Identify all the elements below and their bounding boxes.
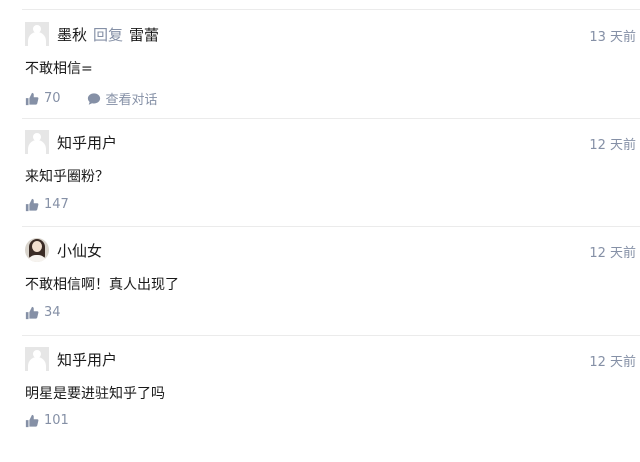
like-count: 34 [44, 305, 61, 320]
comment-content: 不敢相信= [25, 61, 93, 77]
divider [22, 335, 640, 336]
comment-time: 12 天前 [589, 138, 636, 153]
comment-actions: 101 [25, 413, 69, 428]
reply-to-name[interactable]: 雷蕾 [129, 26, 159, 44]
comment-time: 12 天前 [589, 355, 636, 370]
comment-header: 墨秋 回复 雷蕾 [57, 24, 159, 45]
comment-item: 知乎用户 12 天前 明星是要进驻知乎了吗 101 [0, 327, 640, 436]
view-conversation-label: 查看对话 [105, 93, 158, 108]
comment-content: 明星是要进驻知乎了吗 [25, 386, 165, 402]
user-photo-avatar[interactable] [25, 238, 49, 262]
thumbs-up-icon [25, 92, 39, 106]
comment-item: 墨秋 回复 雷蕾 13 天前 不敢相信= 70 查看对话 [0, 0, 640, 109]
like-button[interactable]: 101 [25, 413, 69, 428]
divider [22, 118, 640, 119]
comment-actions: 70 查看对话 [25, 89, 158, 108]
comment-content: 来知乎圈粉？ [25, 169, 109, 185]
default-avatar-icon[interactable] [25, 130, 49, 154]
view-conversation-button[interactable]: 查看对话 [87, 89, 158, 108]
comment-content: 不敢相信啊！真人出现了 [25, 277, 179, 293]
comment-actions: 147 [25, 197, 69, 212]
thumbs-up-icon [25, 198, 39, 212]
like-count: 147 [44, 197, 69, 212]
like-count: 101 [44, 413, 69, 428]
comment-item: 知乎用户 12 天前 来知乎圈粉？ 147 [0, 109, 640, 218]
like-button[interactable]: 70 [25, 91, 61, 106]
comment-time: 13 天前 [589, 30, 636, 45]
author-name[interactable]: 小仙女 [57, 240, 102, 261]
default-avatar-icon[interactable] [25, 347, 49, 371]
speech-bubble-icon [87, 92, 101, 106]
thumbs-up-icon [25, 306, 39, 320]
reply-label: 回复 [93, 26, 124, 44]
like-count: 70 [44, 91, 61, 106]
comment-list: 墨秋 回复 雷蕾 13 天前 不敢相信= 70 查看对话 知乎用户 12 天前 … [0, 0, 640, 462]
divider [22, 9, 640, 10]
author-name[interactable]: 墨秋 [57, 26, 87, 44]
author-name[interactable]: 知乎用户 [57, 349, 117, 370]
author-name[interactable]: 知乎用户 [57, 132, 117, 153]
thumbs-up-icon [25, 414, 39, 428]
comment-time: 12 天前 [589, 246, 636, 261]
divider [22, 226, 640, 227]
default-avatar-icon[interactable] [25, 22, 49, 46]
like-button[interactable]: 34 [25, 305, 61, 320]
like-button[interactable]: 147 [25, 197, 69, 212]
comment-item: 小仙女 12 天前 不敢相信啊！真人出现了 34 [0, 218, 640, 327]
comment-actions: 34 [25, 305, 61, 320]
